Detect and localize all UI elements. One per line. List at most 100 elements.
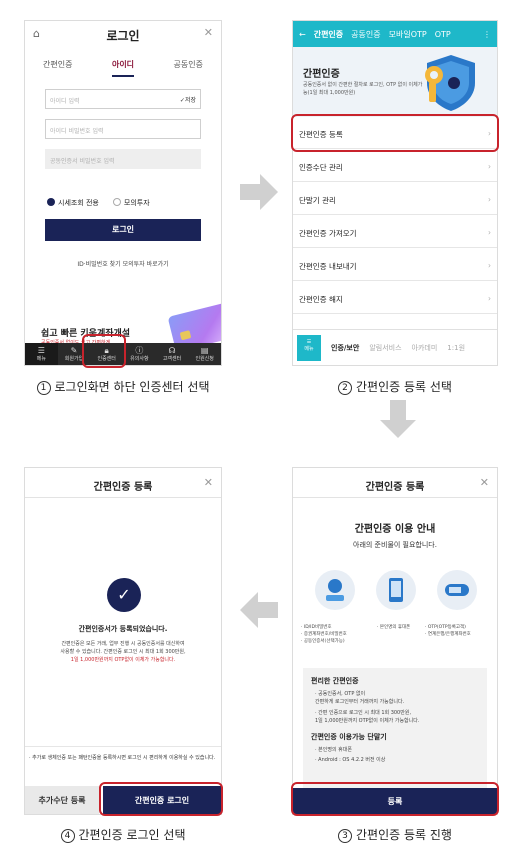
radio-unselected-icon [112,198,121,206]
tab-alert-service[interactable]: 알림서비스 [369,343,401,353]
menu-cancel[interactable]: 간편인증 해지 › [293,282,497,314]
cert-password-placeholder: 공동인증서 비밀번호 입력 [50,158,115,165]
tab-public-cert[interactable]: 공동인증 [174,59,203,77]
section-device-title: 간편인증 이용가능 단말기 [311,733,387,741]
headset-icon: ☊ [168,346,176,355]
tab-one-on-one[interactable]: 1:1원 [447,343,465,353]
step-number-1: 1 [36,381,51,395]
arrow-left-icon [240,592,278,628]
section-convenient-line: 1일 1,000만원까지 OTP없이 이체가 가능합니다. [315,718,420,724]
add-method-button[interactable]: 추가수단 등록 [25,786,99,814]
close-icon[interactable]: ✕ [480,476,489,489]
caption-4: 4 간편인증 로그인 선택 [24,826,222,843]
login-button[interactable]: 로그인 [45,219,201,241]
cert-password-input[interactable]: 공동인증서 비밀번호 입력 [45,149,201,169]
menu-auth-method-manage[interactable]: 인증수단 관리 › [293,150,497,182]
bottom-menu-label: 메뉴 [304,345,314,352]
prep-label-id-text: · ID/ID비밀번호 · 증권계좌번호/비밀번호 · 공동인증서(선택가능) [301,625,347,644]
highlight-login-button [99,782,223,816]
chevron-right-icon: › [488,195,491,204]
divider [25,746,221,747]
save-label: 저장 [184,97,196,104]
mode-radio-group: 시세조회 전용 모의투자 [47,198,150,208]
menu-device-manage[interactable]: 단말기 관리 › [293,183,497,215]
menu-item-label: 간편인증 해지 [299,295,343,304]
login-links[interactable]: ID·비밀번호 찾기 모의투자 바로가기 [25,259,221,268]
radio-mock-invest-label: 모의투자 [123,199,150,207]
radio-mock-invest[interactable]: 모의투자 [112,198,150,208]
section-convenient-title: 편리한 간편인증 [311,677,359,685]
screen-login: ⌂ 로그인 ✕ 간편인증 아이디 공동인증 아이디 입력 ✓저장 아이디 비밀번… [24,20,222,366]
tab-academy[interactable]: 아카데미 [412,343,438,353]
nav-notice[interactable]: ⓘ 유의사항 [123,343,156,365]
bottom-note: · 추가로 생체인증 또는 패턴인증을 등록하시면 로그인 시 편리하게 이용하… [29,755,216,761]
tab-otp[interactable]: OTP [435,30,451,39]
tab-auth-security[interactable]: 인증/보안 [331,343,359,353]
password-placeholder: 아이디 비밀번호 입력 [50,128,104,135]
save-id-toggle[interactable]: ✓저장 [180,95,196,104]
bottom-tab-bar: ☰ 메뉴 인증/보안 알림서비스 아카데미 1:1원 [293,329,497,365]
phone-icon [376,570,416,610]
radio-quote-only[interactable]: 시세조회 전용 [47,198,99,208]
caption-2: 2 간편인증 등록 선택 [292,378,498,395]
tab-id[interactable]: 아이디 [111,59,135,77]
done-message-line: 1일 1,000만원까지 OTP없이 이체가 가능합니다. [70,657,176,663]
back-icon[interactable]: ← [299,30,306,39]
menu-item-label: 단말기 관리 [299,196,336,205]
prep-label-id: · ID/ID비밀번호 · 증권계좌번호/비밀번호 · 공동인증서(선택가능) [301,624,371,645]
caption-1-text: 로그인화면 하단 인증센터 선택 [54,380,210,394]
menu-import[interactable]: 간편인증 가져오기 › [293,216,497,248]
menu-export[interactable]: 간편인증 내보내기 › [293,249,497,281]
nav-notice-label: 유의사항 [130,356,149,362]
card-chip-icon [179,330,192,341]
done-header: 간편인증 등록 ✕ [25,468,221,498]
nav-apply-label: 인원신청 [195,356,214,362]
tab-public-cert[interactable]: 공동인증 [351,29,380,40]
alert-icon: ⓘ [135,346,144,355]
menu-item-label: 간편인증 가져오기 [299,229,357,238]
step-number-4: 4 [60,829,75,843]
tab-simple-auth[interactable]: 간편인증 [314,29,343,40]
nav-menu[interactable]: ☰ 메뉴 [25,343,58,365]
chevron-right-icon: › [488,228,491,237]
step-number-2: 2 [338,381,353,395]
login-tabs: 간편인증 아이디 공동인증 [43,59,203,77]
login-title: 로그인 [106,29,140,43]
id-input-placeholder: 아이디 입력 [50,98,80,105]
register-header: 간편인증 등록 ✕ [293,468,497,498]
more-icon[interactable]: ⋮ [483,30,491,39]
close-icon[interactable]: ✕ [204,26,213,39]
highlight-register-button [291,782,499,816]
radio-quote-only-label: 시세조회 전용 [58,199,99,207]
bottom-menu-button[interactable]: ☰ 메뉴 [297,334,321,361]
id-input[interactable]: 아이디 입력 ✓저장 [45,89,201,109]
section-device-line: · Android : OS 4.2.2 버전 이상 [315,757,386,763]
done-title-header: 간편인증 등록 [93,482,153,493]
done-message-line: 간편인증은 모든 거래, 업무 진행 시 공동인증서를 대신하여 [61,641,185,647]
chevron-right-icon: › [488,261,491,270]
nav-apply[interactable]: ▤ 인원신청 [188,343,221,365]
chevron-right-icon: › [488,294,491,303]
auth-header: ← 간편인증 공동인증 모바일OTP OTP ⋮ [293,21,497,47]
password-input[interactable]: 아이디 비밀번호 입력 [45,119,201,139]
screen-auth-center: ← 간편인증 공동인증 모바일OTP OTP ⋮ 간편인증 공동인증서 없이 간… [292,20,498,366]
screen-register-guide: 간편인증 등록 ✕ 간편인증 이용 안내 아래의 준비물이 필요합니다. · ID… [292,467,498,815]
done-message-title: 간편인증서가 등록되었습니다. [78,625,168,633]
prep-label-otp-text: · OTP(OTP등록고객) · 연계은행/은행계좌번호 [425,625,471,637]
caption-2-text: 간편인증 등록 선택 [356,380,452,394]
arrow-right-icon [240,174,278,210]
radio-selected-icon [47,198,55,206]
banner-subtitle: 공동인증서 없이 간편한 절차로 로그인, OTP 없이 이체가능(1일 최대 … [303,82,423,96]
nav-customer-center[interactable]: ☊ 고객센터 [156,343,189,365]
close-icon[interactable]: ✕ [204,476,213,489]
highlight-auth-center [82,334,126,368]
otp-icon [437,570,477,610]
tab-mobile-otp[interactable]: 모바일OTP [389,29,427,40]
chevron-right-icon: › [488,162,491,171]
menu-icon: ☰ [37,346,45,355]
caption-3: 3 간편인증 등록 진행 [292,826,498,843]
menu-icon: ☰ [306,338,312,345]
banner-title: 간편인증 [303,69,340,80]
tab-simple-auth[interactable]: 간편인증 [43,59,72,77]
prep-label-otp: · OTP(OTP등록고객) · 연계은행/은행계좌번호 [425,624,497,638]
